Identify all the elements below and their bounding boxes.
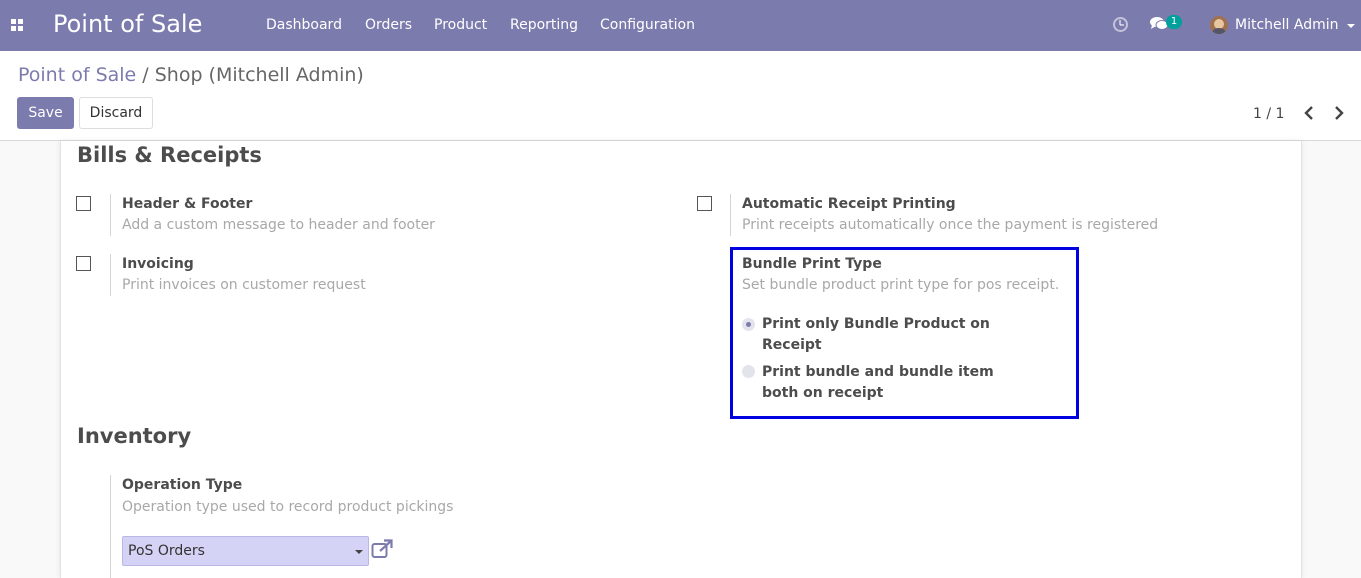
setting-divider bbox=[110, 254, 111, 296]
invoicing-checkbox[interactable] bbox=[76, 256, 91, 271]
operation-type-help: Operation type used to record product pi… bbox=[122, 499, 454, 515]
setting-divider bbox=[730, 194, 731, 236]
bundle-only-label-line1: Print only Bundle Product on bbox=[762, 316, 990, 332]
control-panel: Point of Sale / Shop (Mitchell Admin) Sa… bbox=[0, 51, 1361, 141]
bundle-only-radio-label[interactable]: Print only Bundle Product on Receipt bbox=[762, 314, 990, 356]
app-brand: Point of Sale bbox=[53, 10, 203, 38]
section-title-inventory: Inventory bbox=[77, 424, 192, 448]
breadcrumb-parent-link[interactable]: Point of Sale bbox=[18, 64, 136, 86]
menu-product[interactable]: Product bbox=[434, 17, 487, 33]
menu-dashboard[interactable]: Dashboard bbox=[266, 17, 342, 33]
operation-type-value: PoS Orders bbox=[128, 543, 205, 559]
bundle-and-items-label-line1: Print bundle and bundle item bbox=[762, 364, 994, 380]
pager-value[interactable]: 1 / 1 bbox=[1253, 106, 1284, 122]
menu-configuration[interactable]: Configuration bbox=[600, 17, 695, 33]
setting-divider bbox=[110, 475, 111, 578]
section-title-bills: Bills & Receipts bbox=[77, 143, 262, 167]
activity-clock-icon[interactable] bbox=[1113, 17, 1128, 32]
save-button[interactable]: Save bbox=[17, 97, 74, 129]
user-menu-name[interactable]: Mitchell Admin bbox=[1235, 17, 1339, 33]
chat-count-badge: 1 bbox=[1166, 15, 1182, 29]
discard-button[interactable]: Discard bbox=[79, 97, 153, 129]
invoicing-help: Print invoices on customer request bbox=[122, 277, 366, 293]
menu-orders[interactable]: Orders bbox=[365, 17, 412, 33]
chevron-left-icon[interactable] bbox=[1303, 105, 1315, 121]
bundle-only-label-line2: Receipt bbox=[762, 337, 822, 353]
external-link-icon[interactable] bbox=[371, 539, 393, 559]
apps-menu-icon[interactable] bbox=[11, 19, 25, 32]
operation-type-label: Operation Type bbox=[122, 477, 243, 493]
auto-print-help: Print receipts automatically once the pa… bbox=[742, 217, 1159, 233]
user-menu-caret-icon[interactable] bbox=[1347, 24, 1355, 28]
operation-type-select[interactable]: PoS Orders bbox=[122, 536, 369, 566]
dropdown-caret-icon bbox=[355, 550, 363, 554]
bundle-and-items-radio-label[interactable]: Print bundle and bundle item both on rec… bbox=[762, 362, 994, 404]
breadcrumb-current: Shop (Mitchell Admin) bbox=[154, 64, 364, 86]
breadcrumb-separator: / bbox=[136, 64, 155, 86]
bundle-only-radio[interactable] bbox=[742, 318, 755, 331]
header-footer-label: Header & Footer bbox=[122, 196, 253, 212]
bundle-print-type-label: Bundle Print Type bbox=[742, 256, 882, 272]
setting-divider bbox=[110, 194, 111, 236]
auto-print-checkbox[interactable] bbox=[697, 196, 712, 211]
header-footer-checkbox[interactable] bbox=[76, 196, 91, 211]
avatar[interactable] bbox=[1210, 16, 1228, 34]
invoicing-label: Invoicing bbox=[122, 256, 194, 272]
breadcrumb: Point of Sale / Shop (Mitchell Admin) bbox=[18, 64, 364, 86]
menu-reporting[interactable]: Reporting bbox=[510, 17, 578, 33]
auto-print-label: Automatic Receipt Printing bbox=[742, 196, 956, 212]
header-footer-help: Add a custom message to header and foote… bbox=[122, 217, 435, 233]
bundle-and-items-label-line2: both on receipt bbox=[762, 385, 884, 401]
bundle-print-type-help: Set bundle product print type for pos re… bbox=[742, 277, 1060, 293]
chevron-right-icon[interactable] bbox=[1333, 105, 1345, 121]
bundle-and-items-radio[interactable] bbox=[742, 365, 755, 378]
top-navbar: Point of Sale Dashboard Orders Product R… bbox=[0, 0, 1361, 51]
